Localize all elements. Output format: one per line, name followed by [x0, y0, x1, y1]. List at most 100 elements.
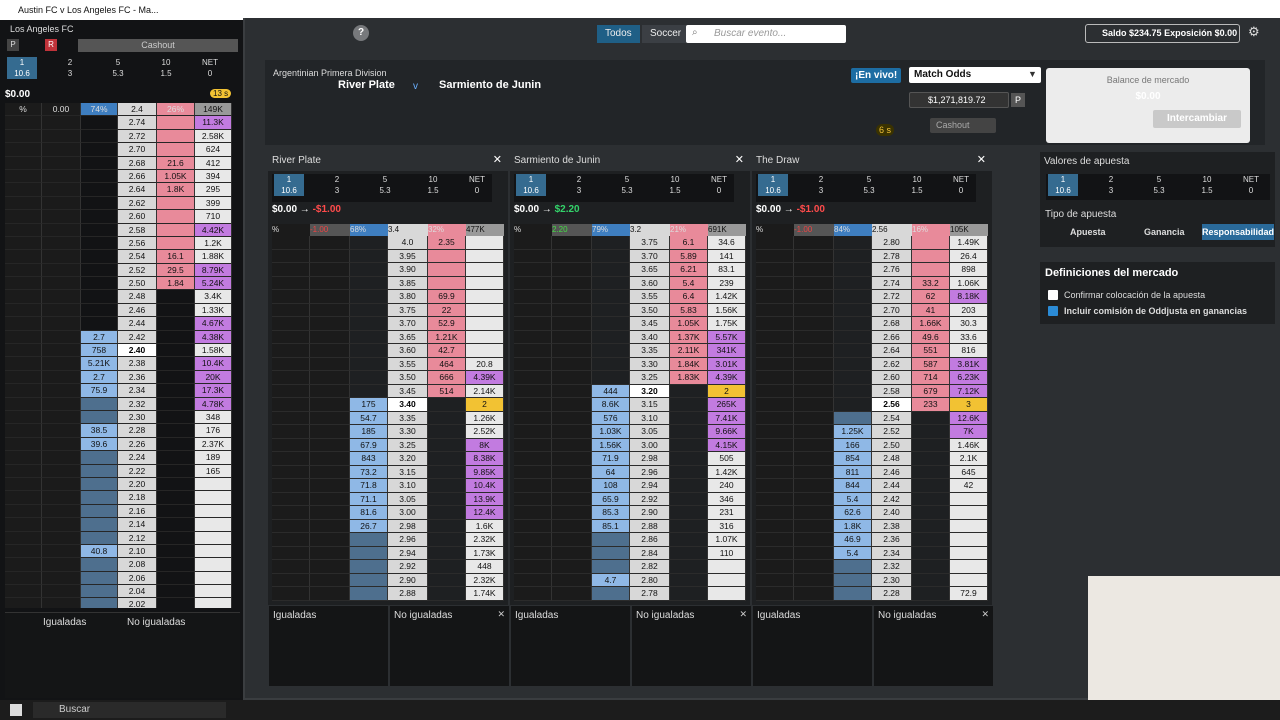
lay-cell[interactable] — [670, 519, 708, 533]
left-ladder-cell[interactable] — [81, 477, 118, 492]
left-ladder-cell[interactable] — [81, 250, 118, 264]
back-cell[interactable]: 108 — [592, 479, 630, 493]
lay-cell[interactable]: 1.83K — [670, 371, 708, 385]
left-ladder-cell[interactable] — [81, 531, 118, 545]
lay-cell[interactable]: 1.21K — [428, 330, 466, 344]
tab-todos[interactable]: Todos — [597, 25, 640, 43]
panel2-stake-1[interactable]: 23 — [806, 174, 836, 196]
left-ladder-cell[interactable] — [157, 585, 195, 599]
back-cell[interactable]: 5.4 — [834, 492, 872, 506]
commission-checkbox[interactable] — [1048, 306, 1058, 316]
left-ladder-cell[interactable] — [157, 558, 195, 572]
left-ladder-cell[interactable] — [157, 290, 195, 304]
ladder-row[interactable]: 3.80 69.9 — [272, 290, 504, 304]
panel2-stake-3[interactable]: 10 1.5 — [902, 174, 932, 196]
lay-cell[interactable] — [428, 276, 466, 290]
lay-cell[interactable] — [912, 465, 950, 479]
ladder-row[interactable]: 71.9 2.98 505 — [514, 452, 746, 466]
ladder-row[interactable]: 2.32 — [756, 560, 988, 574]
left-ladder-cell[interactable] — [81, 571, 118, 586]
left-ladder-cell[interactable] — [81, 410, 118, 425]
back-cell[interactable] — [350, 303, 388, 317]
left-ladder-row[interactable]: 2.22 165 — [5, 464, 240, 478]
back-cell[interactable] — [834, 398, 872, 412]
left-stake-1[interactable]: 23 — [55, 57, 85, 79]
ladder-row[interactable]: 2.78 — [514, 587, 746, 601]
back-cell[interactable] — [350, 276, 388, 290]
back-cell[interactable]: 26.7 — [350, 519, 388, 533]
lay-cell[interactable]: 551 — [912, 344, 950, 358]
lay-cell[interactable] — [670, 560, 708, 574]
back-cell[interactable]: 71.9 — [592, 452, 630, 466]
back-cell[interactable] — [350, 344, 388, 358]
back-cell[interactable] — [592, 290, 630, 304]
back-cell[interactable]: 5.4 — [834, 546, 872, 560]
back-cell[interactable]: 1.03K — [592, 425, 630, 439]
panel0-stake-0[interactable]: 1 10.6 — [274, 174, 304, 196]
back-cell[interactable] — [350, 290, 388, 304]
ladder-row[interactable]: 1.56K 3.00 4.15K — [514, 438, 746, 452]
lay-cell[interactable]: 1.84K — [670, 357, 708, 371]
back-cell[interactable] — [350, 357, 388, 371]
ladder-row[interactable]: 85.1 2.88 316 — [514, 519, 746, 533]
left-ladder-row[interactable]: 2.60 710 — [5, 210, 240, 224]
lay-cell[interactable] — [912, 438, 950, 452]
back-cell[interactable]: 811 — [834, 465, 872, 479]
type-apuesta[interactable]: Apuesta — [1070, 227, 1106, 237]
ladder-row[interactable]: 2.30 — [756, 573, 988, 587]
lay-cell[interactable]: 5.4 — [670, 276, 708, 290]
lay-cell[interactable]: 6.4 — [670, 290, 708, 304]
back-cell[interactable]: 576 — [592, 411, 630, 425]
left-ladder-row[interactable]: 2.04 — [5, 585, 240, 599]
back-cell[interactable]: 71.1 — [350, 492, 388, 506]
panel0-stake-3[interactable]: 10 1.5 — [418, 174, 448, 196]
lay-cell[interactable]: 1.05K — [670, 317, 708, 331]
close-icon[interactable]: ✕ — [497, 609, 505, 620]
left-ladder-row[interactable]: 2.14 — [5, 518, 240, 532]
left-ladder-row[interactable]: 2.48 3.4K — [5, 290, 240, 304]
lay-cell[interactable]: 679 — [912, 384, 950, 398]
ladder-row[interactable]: 3.55 6.4 1.42K — [514, 290, 746, 304]
ladder-row[interactable]: 2.74 33.2 1.06K — [756, 276, 988, 290]
left-ladder-row[interactable]: 39.6 2.26 2.37K — [5, 437, 240, 452]
lay-cell[interactable] — [670, 384, 708, 398]
left-cashout-button[interactable]: Cashout — [78, 39, 238, 52]
lay-cell[interactable] — [428, 506, 466, 520]
left-ladder-row[interactable]: 2.44 4.67K — [5, 317, 240, 331]
lay-cell[interactable]: 2.35 — [428, 236, 466, 250]
ladder-row[interactable]: 1.8K 2.38 — [756, 519, 988, 533]
panel1-stake-4[interactable]: NET 0 — [704, 174, 734, 196]
left-ladder-cell[interactable] — [157, 143, 195, 157]
lay-cell[interactable] — [912, 492, 950, 506]
back-cell[interactable] — [592, 357, 630, 371]
lay-cell[interactable]: 5.89 — [670, 249, 708, 263]
back-cell[interactable]: 166 — [834, 438, 872, 452]
lay-cell[interactable]: 69.9 — [428, 290, 466, 304]
back-cell[interactable] — [592, 303, 630, 317]
left-ladder-cell[interactable] — [81, 303, 118, 318]
left-ladder-cell[interactable] — [157, 129, 195, 144]
close-icon[interactable]: ✕ — [977, 153, 986, 166]
lay-cell[interactable] — [912, 249, 950, 263]
left-ladder-cell[interactable] — [157, 410, 195, 425]
back-cell[interactable]: 8.6K — [592, 398, 630, 412]
ladder-row[interactable]: 2.80 1.49K — [756, 236, 988, 250]
ladder-row[interactable]: 108 2.94 240 — [514, 479, 746, 493]
back-cell[interactable]: 73.2 — [350, 465, 388, 479]
left-ladder-cell[interactable] — [157, 317, 195, 331]
ladder-row[interactable]: 62.6 2.40 — [756, 506, 988, 520]
left-ladder-row[interactable]: 5.21K 2.38 10.4K — [5, 357, 240, 371]
lay-cell[interactable] — [670, 398, 708, 412]
left-ladder-row[interactable]: 2.24 189 — [5, 451, 240, 465]
lay-cell[interactable] — [428, 411, 466, 425]
ladder-row[interactable]: 2.64 551 816 — [756, 344, 988, 358]
back-cell[interactable]: 444 — [592, 384, 630, 398]
close-icon[interactable]: ✕ — [493, 153, 502, 166]
left-ladder-cell[interactable] — [81, 236, 118, 251]
ladder-row[interactable]: 2.86 1.07K — [514, 533, 746, 547]
lay-cell[interactable] — [428, 560, 466, 574]
ladder-row[interactable]: 3.70 52.9 — [272, 317, 504, 331]
back-cell[interactable]: 54.7 — [350, 411, 388, 425]
left-ladder-cell[interactable] — [157, 464, 195, 478]
back-cell[interactable] — [834, 303, 872, 317]
